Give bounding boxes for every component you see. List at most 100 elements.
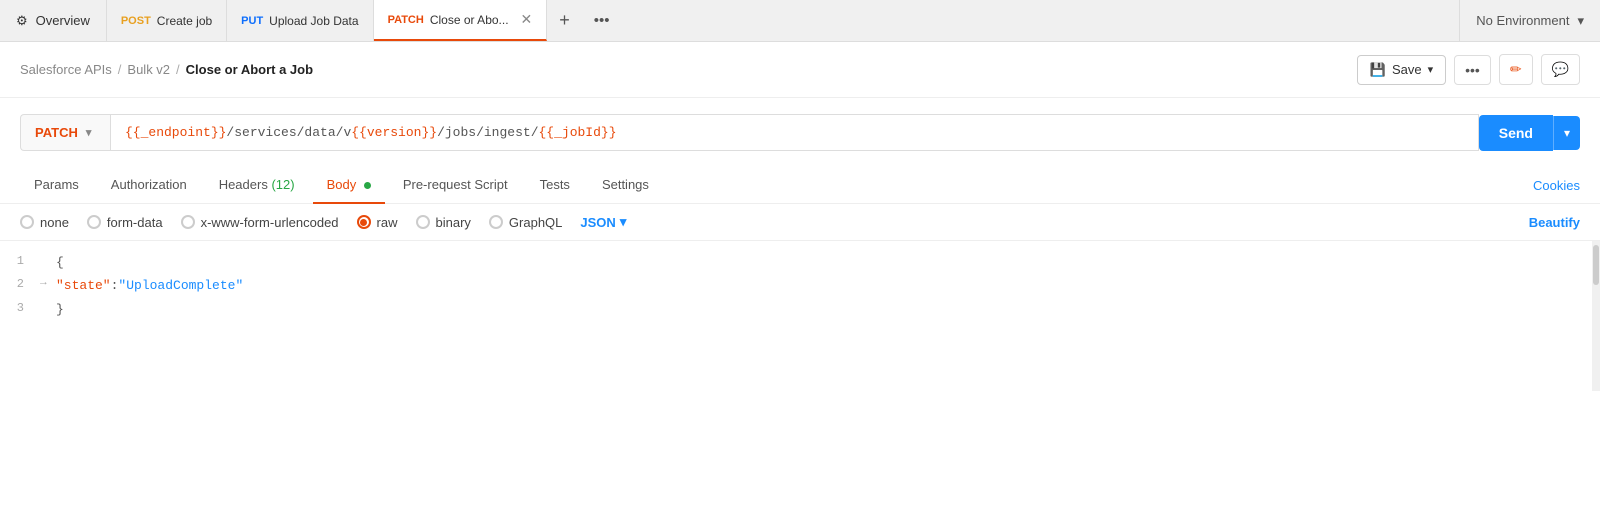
tab-pre-request[interactable]: Pre-request Script xyxy=(389,167,522,204)
comment-button[interactable]: 💬 xyxy=(1541,54,1580,85)
tab-pre-request-label: Pre-request Script xyxy=(403,177,508,192)
edit-icon: ✏ xyxy=(1510,61,1522,77)
add-icon: + xyxy=(559,10,570,31)
json-value-state: "UploadComplete" xyxy=(118,278,243,293)
option-raw[interactable]: raw xyxy=(357,215,398,230)
tab-add-button[interactable]: + xyxy=(547,0,582,41)
url-var-version: {{version}} xyxy=(351,125,437,140)
save-label: Save xyxy=(1392,62,1422,77)
line-content-2: "state":"UploadComplete" xyxy=(56,274,243,297)
url-var-endpoint: {{_endpoint}} xyxy=(125,125,226,140)
overview-label: Overview xyxy=(36,13,90,28)
save-disk-icon: 💾 xyxy=(1370,62,1386,78)
tab-close-icon[interactable]: ✕ xyxy=(521,11,533,28)
request-tabs: Params Authorization Headers (12) Body P… xyxy=(0,167,1600,204)
radio-form-data xyxy=(87,215,101,229)
send-dropdown-button[interactable]: ▾ xyxy=(1553,116,1580,150)
tab-method-post: POST xyxy=(121,15,151,27)
title-more-button[interactable]: ••• xyxy=(1454,55,1491,85)
json-type-label: JSON xyxy=(580,215,615,230)
line-num-2: 2 xyxy=(0,274,40,296)
breadcrumb-sep2: / xyxy=(176,62,180,77)
url-bar: PATCH ▾ {{_endpoint}}/services/data/v{{v… xyxy=(0,98,1600,167)
tab-settings-label: Settings xyxy=(602,177,649,192)
json-key-state: "state" xyxy=(56,278,111,293)
tab-label-close-abort: Close or Abo... xyxy=(430,13,509,27)
title-actions: 💾 Save ▾ ••• ✏ 💬 xyxy=(1357,54,1580,85)
tab-label-create-job: Create job xyxy=(157,14,212,28)
cookies-label: Cookies xyxy=(1533,178,1580,193)
code-line-1: 1 { xyxy=(0,251,1599,274)
breadcrumb: Salesforce APIs / Bulk v2 / Close or Abo… xyxy=(20,62,1357,77)
radio-graphql xyxy=(489,215,503,229)
option-graphql[interactable]: GraphQL xyxy=(489,215,562,230)
tab-overview[interactable]: ⚙ Overview xyxy=(0,0,107,41)
cookies-link[interactable]: Cookies xyxy=(1533,178,1580,193)
option-urlencoded[interactable]: x-www-form-urlencoded xyxy=(181,215,339,230)
tab-close-abort[interactable]: PATCH Close or Abo... ✕ xyxy=(374,0,548,41)
option-raw-label: raw xyxy=(377,215,398,230)
tab-upload-job-data[interactable]: PUT Upload Job Data xyxy=(227,0,373,41)
option-graphql-label: GraphQL xyxy=(509,215,562,230)
tab-headers[interactable]: Headers (12) xyxy=(205,167,309,204)
radio-none xyxy=(20,215,34,229)
env-label: No Environment xyxy=(1476,13,1569,28)
option-urlencoded-label: x-www-form-urlencoded xyxy=(201,215,339,230)
code-editor-wrapper: 1 { 2 → "state":"UploadComplete" 3 } xyxy=(0,241,1600,391)
tab-params[interactable]: Params xyxy=(20,167,93,204)
breadcrumb-bulk: Bulk v2 xyxy=(127,62,170,77)
tab-params-label: Params xyxy=(34,177,79,192)
body-options: none form-data x-www-form-urlencoded raw… xyxy=(0,204,1600,241)
method-selector[interactable]: PATCH ▾ xyxy=(20,114,110,151)
beautify-button[interactable]: Beautify xyxy=(1529,215,1580,230)
option-binary-label: binary xyxy=(436,215,471,230)
line-num-1: 1 xyxy=(0,251,40,273)
tab-method-patch: PATCH xyxy=(388,14,424,26)
more-icon: ••• xyxy=(594,12,610,29)
edit-button[interactable]: ✏ xyxy=(1499,54,1533,85)
option-none[interactable]: none xyxy=(20,215,69,230)
option-form-data[interactable]: form-data xyxy=(87,215,163,230)
json-type-selector[interactable]: JSON ▾ xyxy=(580,214,626,230)
tab-body[interactable]: Body xyxy=(313,167,385,204)
breadcrumb-current: Close or Abort a Job xyxy=(186,62,313,77)
tab-tests[interactable]: Tests xyxy=(526,167,584,204)
tab-bar: ⚙ Overview POST Create job PUT Upload Jo… xyxy=(0,0,1600,42)
code-line-3: 3 } xyxy=(0,298,1599,321)
radio-binary xyxy=(416,215,430,229)
env-chevron-icon: ▾ xyxy=(1577,13,1584,29)
overview-icon: ⚙ xyxy=(16,13,28,29)
tab-body-label: Body xyxy=(327,177,357,192)
tab-label-upload: Upload Job Data xyxy=(269,14,358,28)
option-binary[interactable]: binary xyxy=(416,215,471,230)
tab-authorization[interactable]: Authorization xyxy=(97,167,201,204)
option-form-data-label: form-data xyxy=(107,215,163,230)
breadcrumb-sep1: / xyxy=(118,62,122,77)
url-plain-1: /services/data/v xyxy=(226,125,351,140)
method-value: PATCH xyxy=(35,125,78,140)
breadcrumb-salesforce: Salesforce APIs xyxy=(20,62,112,77)
tab-headers-label: Headers (12) xyxy=(219,177,295,192)
method-chevron-icon: ▾ xyxy=(86,126,92,139)
line-content-1: { xyxy=(56,251,64,274)
body-active-dot xyxy=(364,182,371,189)
scrollbar[interactable] xyxy=(1592,241,1600,391)
comment-icon: 💬 xyxy=(1552,61,1569,77)
environment-selector[interactable]: No Environment ▾ xyxy=(1459,0,1600,41)
send-button[interactable]: Send xyxy=(1479,115,1553,151)
save-button[interactable]: 💾 Save ▾ xyxy=(1357,55,1446,85)
line-arrow-2: → xyxy=(40,274,56,294)
radio-raw xyxy=(357,215,371,229)
tab-settings[interactable]: Settings xyxy=(588,167,663,204)
tab-more-button[interactable]: ••• xyxy=(582,0,622,41)
url-var-jobid: {{_jobId}} xyxy=(539,125,617,140)
code-editor[interactable]: 1 { 2 → "state":"UploadComplete" 3 } xyxy=(0,241,1600,391)
line-content-3: } xyxy=(56,298,64,321)
tab-authorization-label: Authorization xyxy=(111,177,187,192)
tab-method-put: PUT xyxy=(241,15,263,27)
tab-tests-label: Tests xyxy=(540,177,570,192)
send-button-group: Send ▾ xyxy=(1479,115,1580,151)
radio-urlencoded xyxy=(181,215,195,229)
url-input[interactable]: {{_endpoint}}/services/data/v{{version}}… xyxy=(110,114,1479,151)
tab-create-job[interactable]: POST Create job xyxy=(107,0,227,41)
